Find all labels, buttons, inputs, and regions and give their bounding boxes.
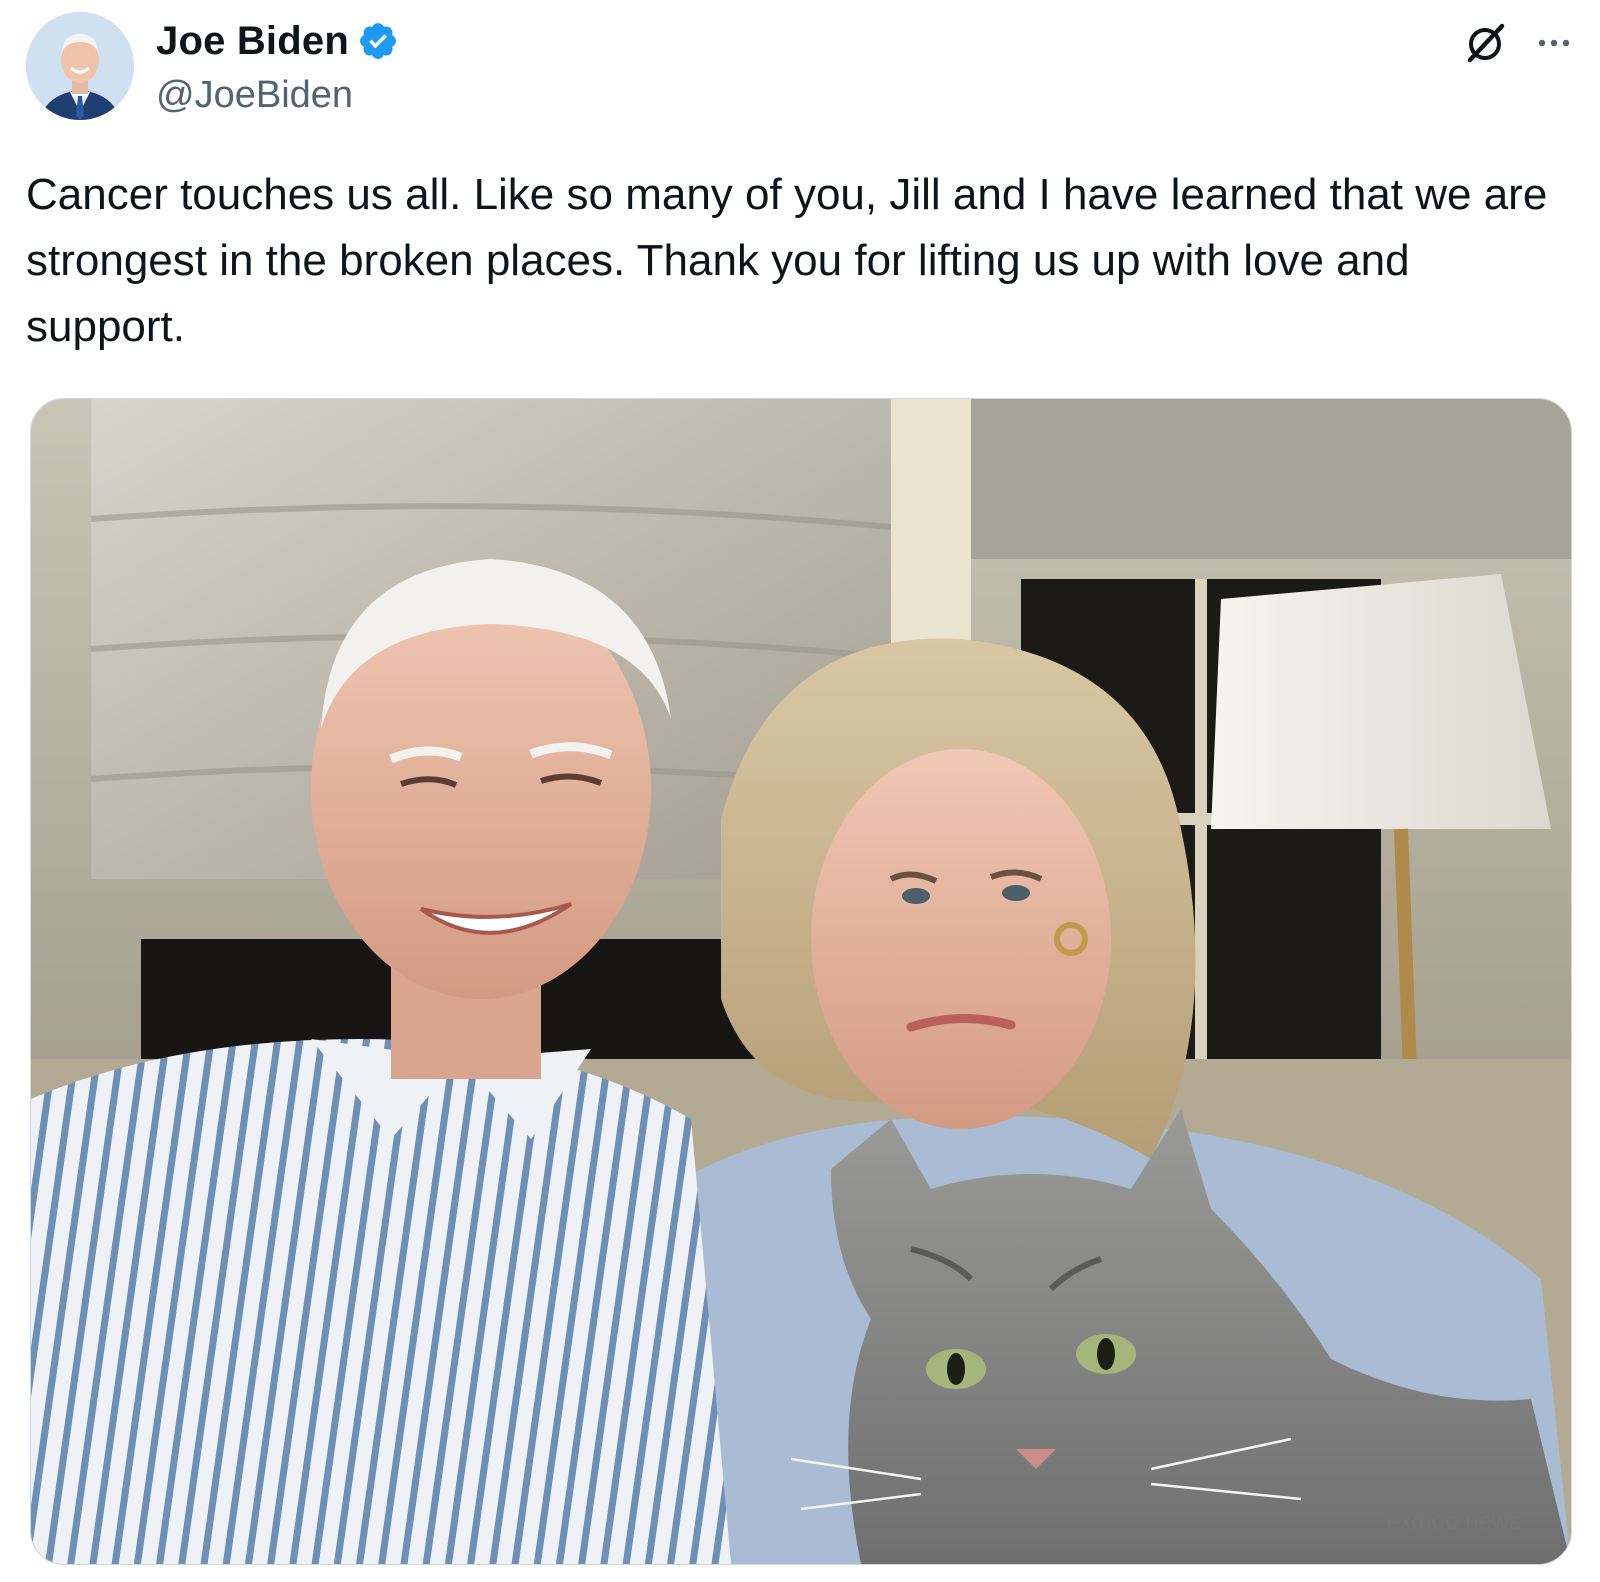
author-display-name[interactable]: Joe Biden (156, 19, 349, 64)
verified-badge-icon[interactable] (357, 20, 399, 62)
tweet-photo[interactable]: exmoo news (30, 398, 1572, 1565)
author-avatar[interactable] (26, 12, 134, 120)
display-name-row: Joe Biden (156, 14, 399, 68)
photo-illustration (31, 399, 1571, 1564)
tweet-card: Joe Biden @JoeBiden Cancer touches us al… (0, 0, 1600, 1582)
photo-watermark: exmoo news (1386, 1510, 1521, 1534)
author-info: Joe Biden @JoeBiden (156, 14, 399, 117)
grok-icon[interactable] (1462, 20, 1508, 66)
tweet-text: Cancer touches us all. Like so many of y… (26, 170, 1548, 351)
more-options-icon[interactable] (1534, 23, 1574, 63)
avatar-portrait (26, 12, 134, 120)
author-handle[interactable]: @JoeBiden (156, 74, 399, 117)
watermark-text: exmoo news (1386, 1508, 1521, 1535)
header-actions (1462, 20, 1574, 66)
